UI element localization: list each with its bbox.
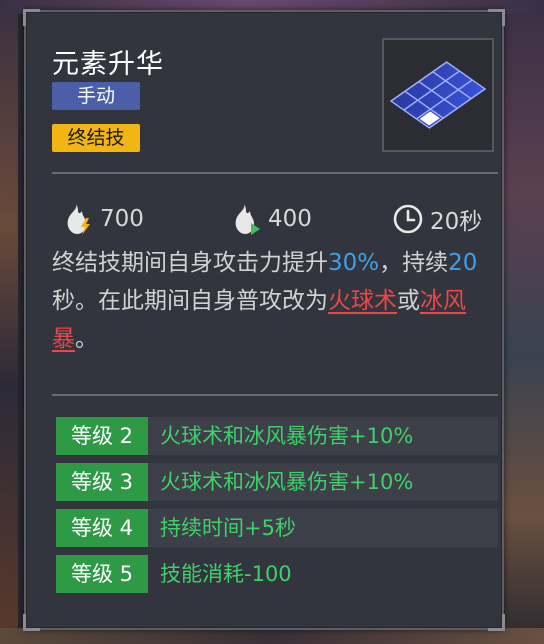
duration-value: 20秒 <box>430 209 483 235</box>
description-text: 或 <box>397 288 420 314</box>
corner-ornament <box>23 614 40 631</box>
description-text: ，持续 <box>379 250 449 276</box>
tag-manual: 手动 <box>52 82 140 110</box>
level-effect: 火球术和冰风暴伤害+10% <box>160 470 414 494</box>
background-art-left <box>0 0 18 644</box>
duration-highlight: 20 <box>448 250 478 276</box>
divider <box>52 394 498 396</box>
description-text: 终结技期间自身攻击力提升 <box>52 250 328 276</box>
description-text: 。 <box>75 326 98 352</box>
divider <box>52 172 498 174</box>
tag-finisher: 终结技 <box>52 124 140 152</box>
grid-area-icon <box>389 61 487 129</box>
background-art-bottom <box>0 628 544 644</box>
level-effect: 火球术和冰风暴伤害+10% <box>160 424 414 448</box>
flame-lightning-icon <box>67 204 90 235</box>
corner-ornament <box>488 614 505 631</box>
corner-ornament <box>23 9 40 26</box>
level-badge: 等级 4 <box>56 509 148 547</box>
level-badge: 等级 2 <box>56 417 148 455</box>
flame-arrow-icon <box>235 204 260 235</box>
skill-icon-frame <box>382 38 494 152</box>
description-text: 秒。在此期间自身普攻改为 <box>52 288 328 314</box>
level-row: 等级 3 火球术和冰风暴伤害+10% <box>56 463 498 501</box>
spell-link-fireball[interactable]: 火球术 <box>328 288 397 314</box>
level-row: 等级 4 持续时间+5秒 <box>56 509 498 547</box>
attack-boost-value: 30% <box>328 250 380 276</box>
level-row: 等级 2 火球术和冰风暴伤害+10% <box>56 417 498 455</box>
clock-icon <box>393 204 423 234</box>
stat-fire-gain: 400 <box>230 202 312 236</box>
skill-name: 元素升华 <box>52 49 164 80</box>
stat-fire-cost: 700 <box>62 202 144 236</box>
stat-duration: 20秒 <box>392 202 482 236</box>
level-effect: 持续时间+5秒 <box>160 516 296 540</box>
level-badge: 等级 5 <box>56 555 148 593</box>
corner-ornament <box>488 9 505 26</box>
background-art-right <box>504 0 544 644</box>
fire-gain-value: 400 <box>268 206 312 232</box>
skill-tooltip-panel: 元素升华 手动 终结技 700 400 20秒 终结技期间自身攻击力提升30%，… <box>23 9 505 631</box>
level-badge: 等级 3 <box>56 463 148 501</box>
level-row: 等级 5 技能消耗-100 <box>56 555 498 593</box>
skill-description: 终结技期间自身攻击力提升30%，持续20秒。在此期间自身普攻改为火球术或冰风暴。 <box>52 244 498 358</box>
fire-cost-value: 700 <box>100 206 144 232</box>
level-effect: 技能消耗-100 <box>160 562 292 586</box>
